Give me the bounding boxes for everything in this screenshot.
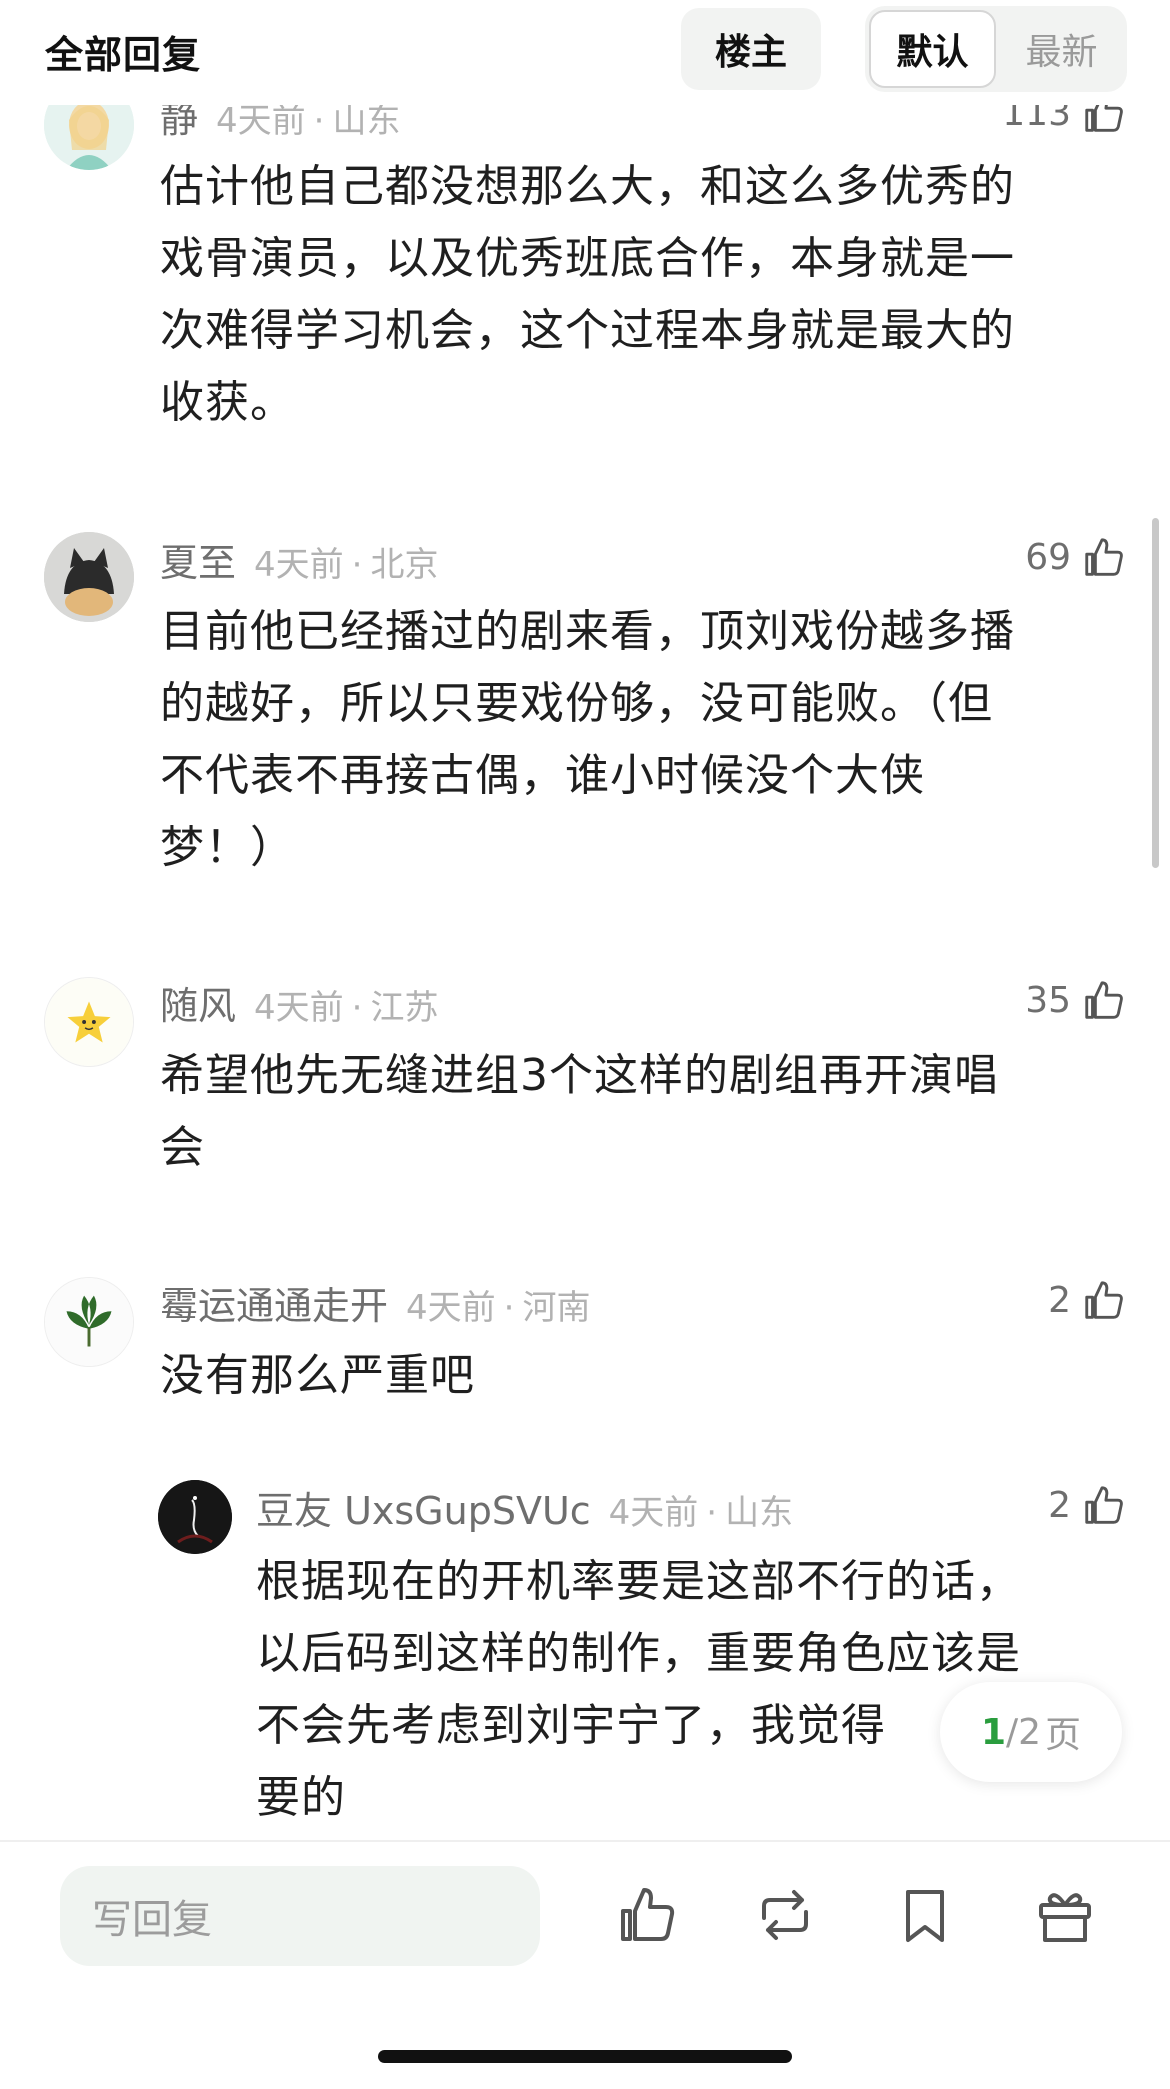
thumbs-up-icon (1085, 1486, 1123, 1524)
comment-meta: 随风 4天前 · 江苏 (160, 975, 438, 1028)
sort-toggle: 默认 最新 (865, 6, 1127, 92)
comment-list: 静 4天前 · 山东 113 估计他自己都没想那么大，和这么多优秀的 戏骨演员，… (0, 0, 1170, 1840)
comment-time: 4天前 (406, 1288, 496, 1328)
bottom-divider (0, 1840, 1170, 1842)
like-button[interactable]: 69 (1025, 532, 1127, 582)
meta-separator: · (351, 988, 363, 1028)
reply-meta: 豆友 UxsGupSVUc 4天前 · 山东 (256, 1480, 793, 1533)
page-indicator[interactable]: 1 /2 页 (940, 1682, 1122, 1782)
reply-text: 根据现在的开机率要是这部不行的话， 以后码到这样的制作，重要角色应该是 不会先考… (256, 1556, 1021, 1823)
like-button[interactable]: 2 (1048, 1275, 1127, 1325)
comment-meta: 夏至 4天前 · 北京 (160, 532, 438, 585)
total-pages: /2 (1006, 1711, 1042, 1753)
like-count: 2 (1048, 1484, 1071, 1526)
sort-latest-tab[interactable]: 最新 (1000, 10, 1123, 88)
star-avatar-icon[interactable] (44, 977, 134, 1067)
like-button[interactable]: 35 (1025, 975, 1127, 1025)
home-indicator[interactable] (378, 2050, 792, 2063)
filter-owner-button[interactable]: 楼主 (681, 8, 821, 90)
sort-default-tab[interactable]: 默认 (869, 10, 996, 88)
comment-location: 北京 (370, 545, 439, 585)
reply-input[interactable]: 写回复 (60, 1866, 540, 1966)
comment-location: 河南 (522, 1288, 591, 1328)
page-title: 全部回复 (45, 33, 202, 77)
comment-text: 估计他自己都没想那么大，和这么多优秀的 戏骨演员，以及优秀班底合作，本身就是一 … (160, 161, 1015, 428)
comment-text: 没有那么严重吧 (160, 1350, 475, 1401)
repost-icon[interactable] (750, 1880, 820, 1950)
dark-avatar-icon[interactable] (158, 1480, 232, 1554)
like-count: 2 (1048, 1279, 1071, 1321)
like-count: 35 (1025, 979, 1071, 1021)
cat-avatar-icon[interactable] (44, 532, 134, 622)
comment-time: 4天前 (254, 545, 344, 585)
author-name[interactable]: 豆友 UxsGupSVUc (256, 1480, 591, 1535)
meta-separator: · (503, 1288, 515, 1328)
comment-page: { "header": { "title": "全部回复", "filter_o… (0, 0, 1170, 2089)
leaf-avatar-icon[interactable] (44, 1277, 134, 1367)
comment-location: 江苏 (370, 988, 439, 1028)
comment-time: 4天前 (254, 988, 344, 1028)
page-unit: 页 (1045, 1715, 1082, 1756)
meta-separator: · (313, 101, 325, 141)
gift-icon[interactable] (1030, 1880, 1100, 1950)
reply-location: 山东 (725, 1493, 794, 1533)
author-name[interactable]: 夏至 (160, 532, 236, 587)
author-name[interactable]: 霉运通通走开 (160, 1275, 388, 1330)
reply-header: 全部回复 楼主 默认 最新 (0, 0, 1170, 105)
comment-meta: 霉运通通走开 4天前 · 河南 (160, 1275, 590, 1328)
meta-separator: · (706, 1493, 718, 1533)
meta-separator: · (351, 545, 363, 585)
thumbs-up-icon (1085, 1281, 1123, 1319)
reply-time: 4天前 (608, 1493, 699, 1533)
thumbs-up-icon (1085, 538, 1123, 576)
bookmark-icon[interactable] (890, 1880, 960, 1950)
comment-text: 希望他先无缝进组3个这样的剧组再开演唱 会 (160, 1050, 999, 1173)
current-page: 1 (980, 1711, 1006, 1753)
thumbs-up-icon (1085, 981, 1123, 1019)
like-count: 69 (1025, 536, 1071, 578)
scrollbar[interactable] (1152, 518, 1159, 868)
comment-text: 目前他已经播过的剧来看，顶刘戏份越多播 的越好，所以只要戏份够，没可能败。（但 … (160, 606, 1015, 873)
like-button[interactable]: 2 (1048, 1480, 1127, 1530)
author-name[interactable]: 随风 (160, 975, 236, 1030)
thumbs-up-icon[interactable] (612, 1880, 682, 1950)
